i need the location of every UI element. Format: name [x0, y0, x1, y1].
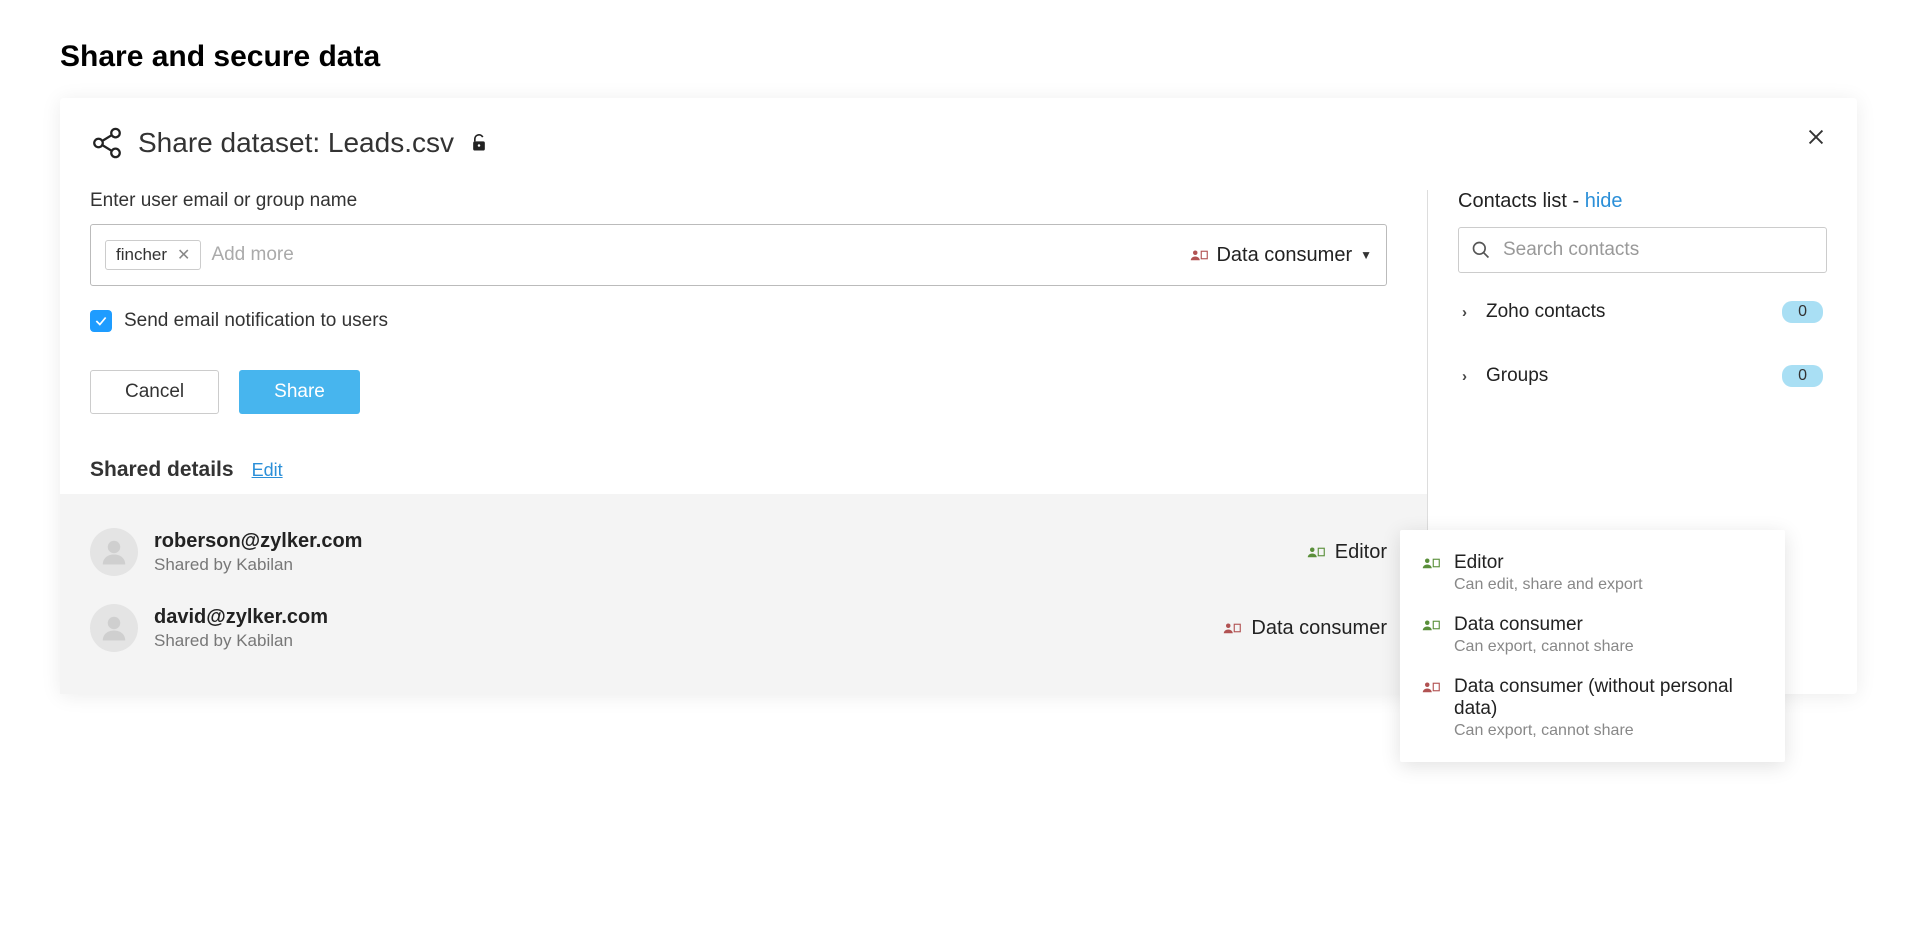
hide-contacts-link[interactable]: hide — [1585, 190, 1623, 212]
shared-role-label: Editor — [1335, 541, 1387, 564]
recipient-placeholder: Add more — [211, 244, 293, 266]
contacts-title: Contacts list - hide — [1458, 190, 1827, 213]
role-option-sub: Can export, cannot share — [1454, 638, 1634, 656]
recipient-field-label: Enter user email or group name — [90, 190, 1387, 212]
share-button[interactable]: Share — [239, 370, 360, 414]
edit-shared-link[interactable]: Edit — [252, 460, 283, 481]
search-icon — [1471, 239, 1491, 261]
shared-row: david@zylker.com Shared by Kabilan Data … — [84, 590, 1403, 666]
shared-list: roberson@zylker.com Shared by Kabilan Ed… — [60, 494, 1427, 694]
notify-checkbox[interactable] — [90, 310, 112, 332]
dialog-title: Share dataset: Leads.csv — [138, 127, 454, 159]
role-icon — [1422, 556, 1440, 594]
contacts-group-label: Zoho contacts — [1486, 301, 1605, 323]
contacts-panel: Contacts list - hide › Zoho contacts 0 ›… — [1427, 190, 1827, 694]
search-contacts-input[interactable] — [1458, 227, 1827, 273]
contacts-group-count: 0 — [1782, 301, 1823, 323]
role-option-title: Data consumer — [1454, 614, 1634, 636]
recipient-chip: fincher ✕ — [105, 240, 201, 270]
role-selector[interactable]: Data consumer ▼ — [1190, 244, 1372, 267]
share-form: Enter user email or group name fincher ✕… — [90, 190, 1427, 694]
recipient-input[interactable]: fincher ✕ Add more Data consumer ▼ — [90, 224, 1387, 286]
lock-open-icon — [468, 132, 490, 154]
contacts-group-count: 0 — [1782, 365, 1823, 387]
chevron-right-icon: › — [1462, 304, 1476, 321]
shared-user-email: roberson@zylker.com — [154, 530, 362, 553]
role-icon — [1307, 545, 1325, 559]
chevron-down-icon: ▼ — [1360, 248, 1372, 262]
contacts-group-groups[interactable]: › Groups 0 — [1458, 351, 1827, 401]
shared-user-role: Editor — [1307, 541, 1397, 564]
share-icon — [90, 126, 124, 160]
dialog-header: Share dataset: Leads.csv — [90, 126, 1827, 160]
role-option-title: Data consumer (without personal data) — [1454, 676, 1763, 720]
role-icon — [1190, 248, 1208, 262]
contacts-group-label: Groups — [1486, 365, 1548, 387]
role-selected-label: Data consumer — [1216, 244, 1352, 267]
avatar-icon — [90, 528, 138, 576]
shared-row: roberson@zylker.com Shared by Kabilan Ed… — [84, 514, 1403, 590]
role-icon — [1223, 621, 1241, 635]
recipient-chip-text: fincher — [116, 245, 167, 265]
shared-details-heading: Shared details — [90, 458, 234, 482]
role-option-sub: Can export, cannot share — [1454, 722, 1763, 740]
avatar-icon — [90, 604, 138, 652]
share-dialog: Share dataset: Leads.csv Enter user emai… — [60, 98, 1857, 694]
contacts-list-label: Contacts list - — [1458, 190, 1585, 212]
role-option-editor[interactable]: Editor Can edit, share and export — [1400, 542, 1785, 604]
role-option-consumer[interactable]: Data consumer Can export, cannot share — [1400, 604, 1785, 666]
page-title: Share and secure data — [60, 40, 1857, 74]
role-dropdown: Editor Can edit, share and export Data c… — [1400, 530, 1785, 762]
shared-role-label: Data consumer — [1251, 617, 1387, 640]
shared-user-sub: Shared by Kabilan — [154, 555, 362, 575]
role-option-consumer-anon[interactable]: Data consumer (without personal data) Ca… — [1400, 666, 1785, 750]
role-option-title: Editor — [1454, 552, 1643, 574]
shared-user-email: david@zylker.com — [154, 606, 328, 629]
shared-user-role: Data consumer — [1223, 617, 1397, 640]
shared-user-sub: Shared by Kabilan — [154, 631, 328, 651]
contacts-group-zoho[interactable]: › Zoho contacts 0 — [1458, 287, 1827, 337]
notify-label: Send email notification to users — [124, 310, 388, 332]
close-icon[interactable] — [1805, 126, 1827, 148]
role-option-sub: Can edit, share and export — [1454, 576, 1643, 594]
role-icon — [1422, 680, 1440, 740]
remove-chip-icon[interactable]: ✕ — [177, 245, 190, 265]
role-icon — [1422, 618, 1440, 656]
search-contacts-field[interactable] — [1503, 239, 1814, 261]
cancel-button[interactable]: Cancel — [90, 370, 219, 414]
chevron-right-icon: › — [1462, 368, 1476, 385]
